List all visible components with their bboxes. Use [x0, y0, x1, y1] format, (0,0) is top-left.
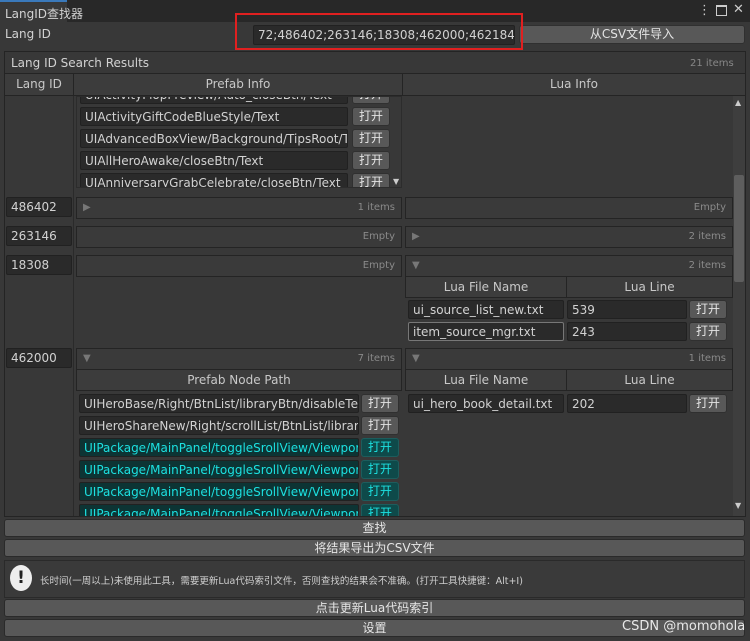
- expand-arrow-icon: ▶: [83, 202, 91, 213]
- lang-id-field[interactable]: 462000: [6, 348, 72, 368]
- prefab-count: 7 items: [357, 353, 395, 364]
- annotation-box: [235, 13, 523, 50]
- open-button[interactable]: 打开: [352, 173, 390, 187]
- results-scroll-view: UIActivityFlopPreview/Auto_closeBtn/Text…: [4, 96, 746, 516]
- results-title: Lang ID Search Results: [11, 56, 150, 70]
- prefab-count: Empty: [362, 260, 395, 271]
- lua-foldout[interactable]: ▼ 1 items: [405, 348, 733, 370]
- lua-line-field[interactable]: 539: [567, 300, 687, 319]
- lang-id-label: Lang ID: [5, 27, 51, 41]
- column-header-lang-id[interactable]: Lang ID: [4, 73, 74, 96]
- prefab-path-field[interactable]: UIHeroShareNew/Right/scrollList/BtnList/…: [79, 416, 359, 435]
- scrollbar-thumb[interactable]: [734, 175, 744, 282]
- prefab-path-field[interactable]: UIActivityFlopPreview/Auto_closeBtn/Text: [80, 97, 348, 104]
- collapse-arrow-icon: ▼: [83, 353, 91, 364]
- lua-count: 1 items: [688, 353, 726, 364]
- lua-count: 2 items: [688, 260, 726, 271]
- scroll-down-arrow-icon[interactable]: ▼: [735, 501, 741, 510]
- lua-line-field[interactable]: 243: [567, 322, 687, 341]
- prefab-path-field-highlighted[interactable]: UIPackage/MainPanel/toggleSrollView/View…: [79, 504, 359, 516]
- open-button[interactable]: 打开: [361, 438, 399, 457]
- open-button[interactable]: 打开: [689, 394, 727, 413]
- prefab-count: 1 items: [357, 202, 395, 213]
- prefab-foldout[interactable]: Empty: [76, 226, 402, 248]
- column-header-lua-info[interactable]: Lua Info: [402, 73, 746, 96]
- prefab-path-field[interactable]: UIAllHeroAwake/closeBtn/Text: [80, 151, 348, 170]
- search-button[interactable]: 查找: [4, 519, 745, 537]
- lua-foldout[interactable]: ▼ 2 items: [405, 255, 733, 277]
- expand-arrow-icon: ▶: [412, 231, 420, 242]
- lua-count: 2 items: [688, 231, 726, 242]
- help-text: 长时间(一周以上)未使用此工具，需要更新Lua代码索引文件，否则查找的结果会不准…: [40, 576, 523, 587]
- lua-count: Empty: [693, 202, 726, 213]
- lua-foldout[interactable]: ▶ 2 items: [405, 226, 733, 248]
- lang-id-field[interactable]: 263146: [6, 226, 72, 246]
- prefab-path-field-highlighted[interactable]: UIPackage/MainPanel/toggleSrollView/View…: [79, 482, 359, 501]
- open-button[interactable]: 打开: [352, 151, 390, 170]
- lua-foldout[interactable]: Empty: [405, 197, 733, 219]
- update-lua-index-button[interactable]: 点击更新Lua代码索引: [4, 599, 745, 617]
- open-button[interactable]: 打开: [361, 416, 399, 435]
- scroll-down-arrow-icon[interactable]: ▼: [393, 177, 399, 186]
- open-button[interactable]: 打开: [361, 394, 399, 413]
- open-button[interactable]: 打开: [361, 504, 399, 516]
- open-button[interactable]: 打开: [689, 300, 727, 319]
- prefab-path-field[interactable]: UIAnniversaryGrabCelebrate/closeBtn/Text: [80, 173, 348, 187]
- watermark: CSDN @momohola: [622, 619, 746, 634]
- prefab-foldout[interactable]: ▶ 1 items: [76, 197, 402, 219]
- export-csv-button[interactable]: 将结果导出为CSV文件: [4, 539, 745, 557]
- vertical-scrollbar[interactable]: [733, 96, 745, 516]
- open-button[interactable]: 打开: [352, 129, 390, 148]
- prefab-foldout[interactable]: ▼ 7 items: [76, 348, 402, 370]
- results-count: 21 items: [690, 58, 734, 69]
- lua-file-field[interactable]: ui_hero_book_detail.txt: [408, 394, 564, 413]
- column-header-lua-file-name[interactable]: Lua File Name: [405, 276, 567, 298]
- prefab-path-field-highlighted[interactable]: UIPackage/MainPanel/toggleSrollView/View…: [79, 438, 359, 457]
- tab-langid-finder[interactable]: LangID查找器: [0, 0, 83, 22]
- open-button[interactable]: 打开: [352, 107, 390, 126]
- column-header-prefab-node-path[interactable]: Prefab Node Path: [76, 369, 402, 391]
- maximize-icon[interactable]: [716, 5, 727, 16]
- collapse-arrow-icon: ▼: [412, 353, 420, 364]
- prefab-path-field-highlighted[interactable]: UIPackage/MainPanel/toggleSrollView/View…: [79, 460, 359, 479]
- open-button[interactable]: 打开: [361, 460, 399, 479]
- collapse-arrow-icon: ▼: [412, 260, 420, 271]
- prefab-foldout[interactable]: Empty: [76, 255, 402, 277]
- lang-id-field[interactable]: 486402: [6, 197, 72, 217]
- scroll-up-arrow-icon[interactable]: ▲: [735, 98, 741, 107]
- prefab-count: Empty: [362, 231, 395, 242]
- column-header-lua-line[interactable]: Lua Line: [566, 276, 733, 298]
- open-button[interactable]: 打开: [352, 97, 390, 104]
- column-header-lua-line[interactable]: Lua Line: [566, 369, 733, 391]
- close-icon[interactable]: ✕: [733, 2, 744, 17]
- prefab-list: UIActivityFlopPreview/Auto_closeBtn/Text…: [76, 96, 402, 188]
- prefab-path-field[interactable]: UIActivityGiftCodeBlueStyle/Text: [80, 107, 348, 126]
- lua-line-field[interactable]: 202: [567, 394, 687, 413]
- help-box: ! 长时间(一周以上)未使用此工具，需要更新Lua代码索引文件，否则查找的结果会…: [4, 560, 745, 598]
- open-button[interactable]: 打开: [689, 322, 727, 341]
- import-csv-button[interactable]: 从CSV文件导入: [519, 25, 745, 44]
- column-header-lua-file-name[interactable]: Lua File Name: [405, 369, 567, 391]
- warning-icon: !: [10, 565, 32, 591]
- column-header-prefab-info[interactable]: Prefab Info: [73, 73, 403, 96]
- open-button[interactable]: 打开: [361, 482, 399, 501]
- prefab-path-field[interactable]: UIAdvancedBoxView/Background/TipsRoot/Te…: [80, 129, 348, 148]
- kebab-menu-icon[interactable]: ⋮: [698, 3, 711, 18]
- prefab-path-field[interactable]: UIHeroBase/Right/BtnList/libraryBtn/disa…: [79, 394, 359, 413]
- lua-file-field[interactable]: item_source_mgr.txt: [408, 322, 564, 341]
- lua-file-field[interactable]: ui_source_list_new.txt: [408, 300, 564, 319]
- lang-id-field[interactable]: 18308: [6, 255, 72, 275]
